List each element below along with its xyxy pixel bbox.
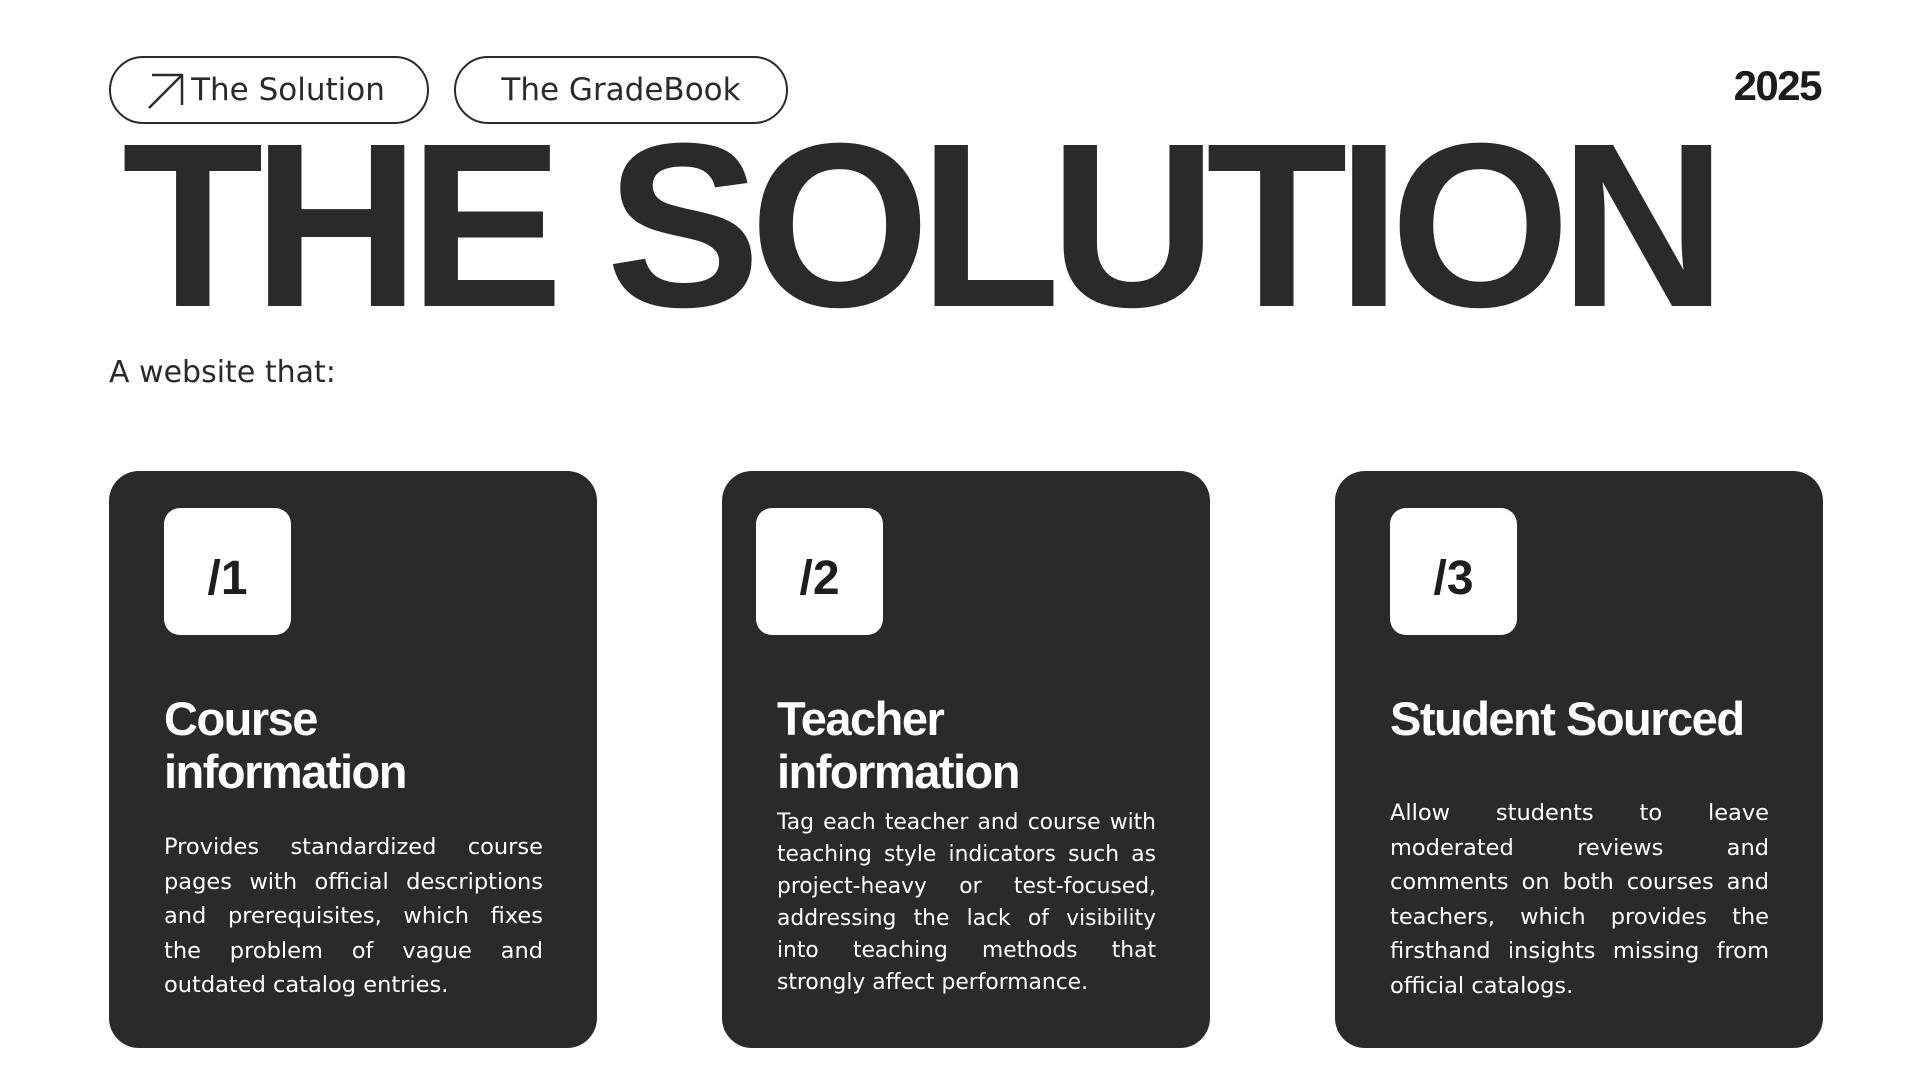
card-description: Allow students to leave moderated review… [1390,800,1769,999]
feature-card-teacher-information: /2 Teacher information Tag each teacher … [722,471,1210,1048]
card-number-badge: /1 [164,508,291,635]
card-title: Course information [164,692,407,798]
card-title: Student Sourced [1390,692,1745,745]
feature-card-course-information: /1 Course information Provides standardi… [109,471,597,1048]
page-subtitle: A website that: [109,355,336,390]
card-description: Provides standardized course pages with … [164,834,543,998]
card-number-badge: /2 [756,508,883,635]
card-title: Teacher information [777,692,1020,798]
year-label: 2025 [1733,62,1823,109]
page-title: THE SOLUTION [122,94,1727,356]
card-number-badge: /3 [1390,508,1517,635]
feature-card-student-sourced: /3 Student Sourced Allow students to lea… [1335,471,1823,1048]
card-description: Tag each teacher and course with teachin… [777,810,1156,995]
